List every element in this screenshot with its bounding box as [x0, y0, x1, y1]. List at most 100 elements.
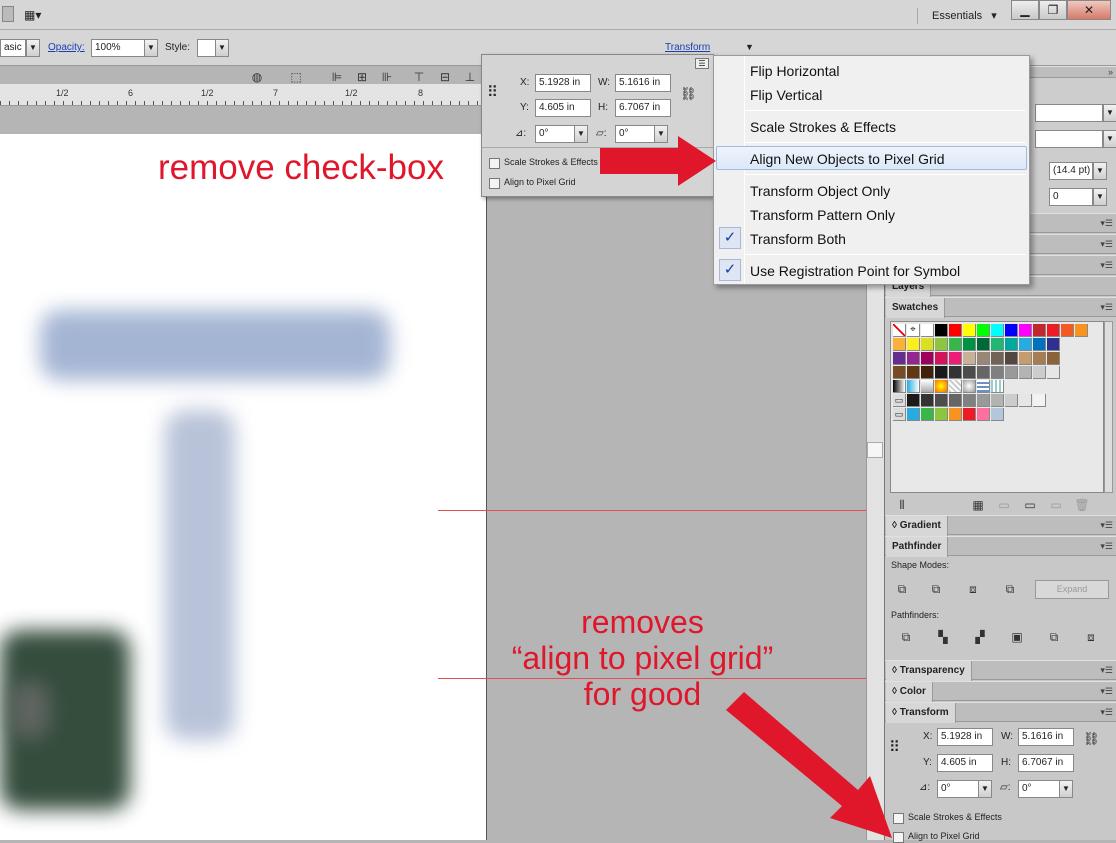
minimize-button[interactable]: ▁: [1011, 0, 1039, 20]
chevron-down-icon[interactable]: ▼: [978, 780, 992, 798]
gradient-swatch[interactable]: [977, 380, 990, 393]
swatch[interactable]: [921, 352, 934, 365]
swatch[interactable]: [991, 408, 1004, 421]
menu-item-align-new-objects[interactable]: Align New Objects to Pixel Grid: [750, 148, 945, 170]
merge-icon[interactable]: ▞: [971, 628, 989, 646]
swatch[interactable]: [963, 408, 976, 421]
panel-menu-icon[interactable]: ▾☰: [1100, 686, 1113, 697]
chevron-down-icon[interactable]: ▼: [574, 125, 588, 143]
swatch[interactable]: [893, 338, 906, 351]
swatch[interactable]: [1019, 338, 1032, 351]
constrain-proportions-icon[interactable]: ⛓: [680, 86, 697, 102]
swatches-panel-bar[interactable]: Swatches ▾☰: [885, 297, 1116, 318]
swatch[interactable]: [1047, 338, 1060, 351]
swatch[interactable]: [1019, 366, 1032, 379]
swatch[interactable]: [1075, 324, 1088, 337]
swatch[interactable]: [977, 324, 990, 337]
scale-strokes-checkbox[interactable]: [893, 813, 904, 824]
swatch[interactable]: [1005, 338, 1018, 351]
folder-icon[interactable]: ▭: [893, 394, 906, 407]
chevron-down-icon[interactable]: ▼: [1059, 780, 1073, 798]
swatch[interactable]: [1019, 324, 1032, 337]
show-swatch-kinds-icon[interactable]: ▦: [969, 496, 987, 514]
swatch[interactable]: [949, 338, 962, 351]
arrange-documents-icon[interactable]: ▦▾: [24, 8, 41, 22]
outline-icon[interactable]: ⧉: [1045, 628, 1063, 646]
swatch[interactable]: [921, 366, 934, 379]
close-button[interactable]: ✕: [1067, 0, 1111, 20]
trash-icon[interactable]: 🗑: [1073, 496, 1091, 514]
expand-button[interactable]: Expand: [1035, 580, 1109, 599]
tab-pathfinder[interactable]: Pathfinder: [886, 537, 949, 557]
swatch[interactable]: [1033, 338, 1046, 351]
swatch[interactable]: [1019, 352, 1032, 365]
swatch[interactable]: [921, 408, 934, 421]
blurred-artwork[interactable]: [0, 280, 440, 840]
minus-back-icon[interactable]: ⧈: [1082, 628, 1100, 646]
h-field[interactable]: 6.7067 in: [1018, 754, 1074, 772]
dropdown-field[interactable]: [1035, 104, 1103, 122]
constrain-proportions-icon[interactable]: ⛓: [1083, 731, 1100, 747]
menu-item-scale-strokes[interactable]: Scale Strokes & Effects: [750, 116, 896, 138]
gradient-panel-bar[interactable]: ◊ Gradient ▾☰: [885, 515, 1116, 536]
swatch[interactable]: [1033, 394, 1046, 407]
registration-swatch[interactable]: ⌖: [907, 324, 920, 337]
divide-icon[interactable]: ⧉: [897, 628, 915, 646]
panel-menu-icon[interactable]: ▾☰: [1100, 541, 1113, 552]
swatch[interactable]: [949, 408, 962, 421]
new-color-group-icon[interactable]: ▭: [1021, 496, 1039, 514]
chevron-down-icon[interactable]: ▼: [1093, 162, 1107, 180]
intersect-icon[interactable]: ⧈: [964, 580, 982, 598]
swatch[interactable]: [1033, 324, 1046, 337]
pathfinder-panel-bar[interactable]: Pathfinder ▾☰: [885, 536, 1116, 557]
align-pixel-grid-checkbox[interactable]: [489, 178, 500, 189]
swatch[interactable]: [935, 324, 948, 337]
new-swatch-icon[interactable]: ▭: [1047, 496, 1065, 514]
swatch[interactable]: [935, 338, 948, 351]
menu-item-transform-object-only[interactable]: Transform Object Only: [750, 180, 890, 202]
menu-item-transform-pattern-only[interactable]: Transform Pattern Only: [750, 204, 895, 226]
swatch[interactable]: [977, 338, 990, 351]
swatch[interactable]: [991, 352, 1004, 365]
folder-icon[interactable]: ▭: [893, 408, 906, 421]
menu-item-flip-vertical[interactable]: Flip Vertical: [750, 84, 822, 106]
swatch[interactable]: [907, 408, 920, 421]
swatch[interactable]: [921, 394, 934, 407]
swatch[interactable]: [1047, 366, 1060, 379]
swatch[interactable]: [1033, 366, 1046, 379]
rotate-field[interactable]: 0°: [535, 125, 575, 143]
panel-menu-icon[interactable]: ▾☰: [1100, 260, 1113, 271]
menu-item-transform-both[interactable]: Transform Both: [750, 228, 846, 250]
restore-button[interactable]: ❐: [1039, 0, 1067, 20]
swatch[interactable]: [893, 352, 906, 365]
swatch[interactable]: [893, 366, 906, 379]
collapse-icon[interactable]: »: [1108, 67, 1113, 77]
swatch[interactable]: [1005, 394, 1018, 407]
swatch[interactable]: [935, 408, 948, 421]
menu-item-use-registration-point[interactable]: Use Registration Point for Symbol: [750, 260, 960, 282]
rotate-field[interactable]: 0°: [937, 780, 979, 798]
gradient-swatch[interactable]: [893, 380, 906, 393]
menu-item-flip-horizontal[interactable]: Flip Horizontal: [750, 60, 839, 82]
swatch[interactable]: [977, 408, 990, 421]
swatch[interactable]: [935, 366, 948, 379]
h-field[interactable]: 6.7067 in: [615, 99, 671, 117]
swatch[interactable]: [1005, 324, 1018, 337]
color-panel-bar[interactable]: ◊ Color ▾☰: [885, 681, 1116, 702]
swatch[interactable]: [921, 324, 934, 337]
swatch[interactable]: [907, 338, 920, 351]
align-pixel-grid-checkbox[interactable]: [893, 832, 904, 843]
gradient-swatch[interactable]: [921, 380, 934, 393]
swatch[interactable]: [991, 338, 1004, 351]
tab-gradient[interactable]: ◊ Gradient: [886, 516, 948, 536]
panel-menu-icon[interactable]: ▾☰: [1100, 707, 1113, 718]
dropdown-field[interactable]: [1035, 130, 1103, 148]
swatch[interactable]: [907, 394, 920, 407]
chevron-down-icon[interactable]: ▼: [26, 39, 40, 57]
swatch[interactable]: [907, 352, 920, 365]
swatch[interactable]: [963, 338, 976, 351]
chevron-down-icon[interactable]: ▼: [1093, 188, 1107, 206]
x-field[interactable]: 5.1928 in: [535, 74, 591, 92]
panel-menu-icon[interactable]: ▾☰: [1100, 665, 1113, 676]
trim-icon[interactable]: ▚: [934, 628, 952, 646]
